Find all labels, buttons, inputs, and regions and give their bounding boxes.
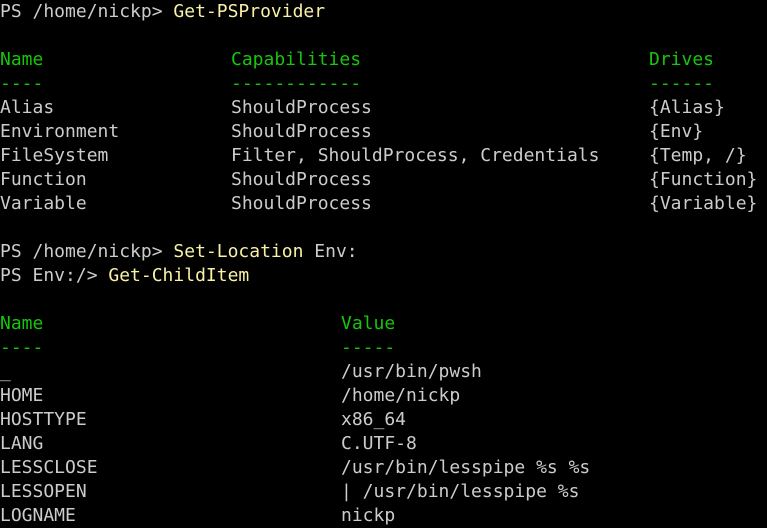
env-var-value: /usr/bin/lesspipe %s %s — [341, 457, 591, 478]
column-header-value: Value — [341, 313, 396, 334]
env-var-value: | /usr/bin/lesspipe %s — [341, 481, 580, 502]
provider-drives: {Temp, /} — [649, 145, 747, 166]
command-line: PS /home/nickp> Set-Location Env: — [0, 240, 767, 264]
table-header-row: Name Capabilities Drives — [0, 48, 767, 72]
column-header-name: Name — [0, 313, 44, 334]
header-underline: ------ — [649, 73, 715, 94]
provider-drives: {Variable} — [649, 193, 758, 214]
command-line: PS Env:/> Get-ChildItem — [0, 264, 767, 288]
table-row: Environment ShouldProcess {Env} — [0, 120, 767, 144]
table-header-row: Name Value — [0, 312, 767, 336]
provider-capabilities: ShouldProcess — [231, 169, 372, 190]
table-row: HOSTTYPE x86_64 — [0, 408, 767, 432]
env-var-name: LESSCLOSE — [0, 457, 98, 478]
prompt: PS Env:/> — [0, 265, 109, 286]
table-row: Alias ShouldProcess {Alias} — [0, 96, 767, 120]
column-header-name: Name — [0, 49, 44, 70]
command-argument: Env: — [303, 241, 358, 262]
provider-name: Alias — [0, 97, 55, 118]
provider-name: Function — [0, 169, 87, 190]
header-underline: ---- — [0, 73, 44, 94]
env-var-name: HOSTTYPE — [0, 409, 87, 430]
prompt: PS /home/nickp> — [0, 1, 174, 22]
env-var-name: HOME — [0, 385, 44, 406]
table-row: FileSystem Filter, ShouldProcess, Creden… — [0, 144, 767, 168]
provider-name: Variable — [0, 193, 87, 214]
prompt: PS /home/nickp> — [0, 241, 174, 262]
env-var-value: /home/nickp — [341, 385, 461, 406]
table-row: LESSOPEN | /usr/bin/lesspipe %s — [0, 480, 767, 504]
header-underline: ---- — [0, 337, 44, 358]
table-row: _ /usr/bin/pwsh — [0, 360, 767, 384]
env-var-value: C.UTF-8 — [341, 433, 417, 454]
command: Get-PSProvider — [173, 1, 326, 22]
table-row: Function ShouldProcess {Function} — [0, 168, 767, 192]
env-var-name: _ — [0, 361, 11, 382]
provider-capabilities: ShouldProcess — [231, 97, 372, 118]
table-header-underline: ---- ----- — [0, 336, 767, 360]
header-underline: ------------ — [231, 73, 362, 94]
header-underline: ----- — [341, 337, 396, 358]
provider-capabilities: ShouldProcess — [231, 193, 372, 214]
provider-capabilities: Filter, ShouldProcess, Credentials — [231, 145, 600, 166]
provider-name: FileSystem — [0, 145, 109, 166]
provider-capabilities: ShouldProcess — [231, 121, 372, 142]
env-var-value: x86_64 — [341, 409, 407, 430]
env-var-name: LESSOPEN — [0, 481, 87, 502]
provider-drives: {Alias} — [649, 97, 725, 118]
table-row: LOGNAME nickp — [0, 504, 767, 528]
env-var-name: LOGNAME — [0, 505, 76, 526]
provider-name: Environment — [0, 121, 120, 142]
provider-drives: {Env} — [649, 121, 704, 142]
command: Set-Location — [173, 241, 304, 262]
table-row: HOME /home/nickp — [0, 384, 767, 408]
table-header-underline: ---- ------------ ------ — [0, 72, 767, 96]
table-row: LESSCLOSE /usr/bin/lesspipe %s %s — [0, 456, 767, 480]
column-header-drives: Drives — [649, 49, 715, 70]
provider-drives: {Function} — [649, 169, 758, 190]
terminal-window[interactable]: PS /home/nickp> Get-PSProvider Name Capa… — [0, 0, 767, 528]
env-var-value: nickp — [341, 505, 396, 526]
column-header-capabilities: Capabilities — [231, 49, 362, 70]
env-var-value: /usr/bin/pwsh — [341, 361, 482, 382]
table-row: LANG C.UTF-8 — [0, 432, 767, 456]
table-row: Variable ShouldProcess {Variable} — [0, 192, 767, 216]
command-line: PS /home/nickp> Get-PSProvider — [0, 0, 767, 24]
command: Get-ChildItem — [108, 265, 250, 286]
env-var-name: LANG — [0, 433, 44, 454]
